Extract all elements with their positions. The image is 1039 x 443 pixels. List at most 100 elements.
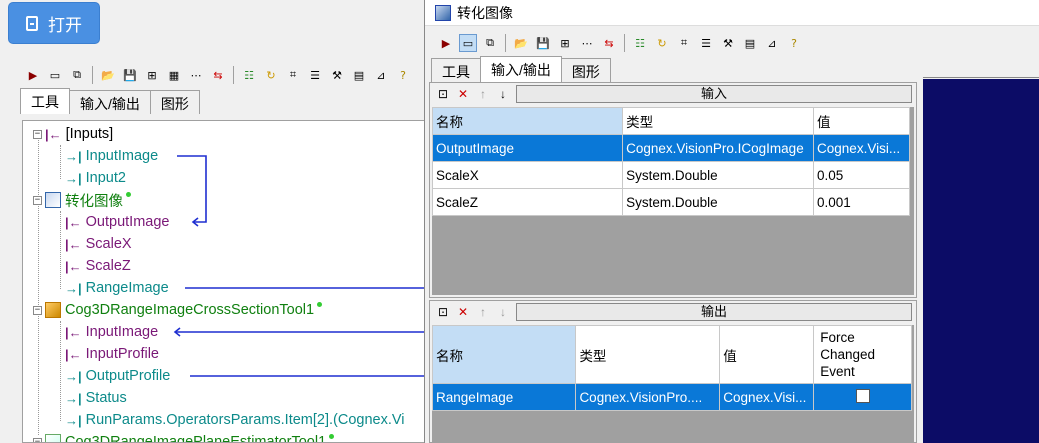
tab-tools[interactable]: 工具 xyxy=(20,88,70,114)
table-row[interactable]: ScaleZ System.Double 0.001 xyxy=(431,188,910,216)
delete-icon[interactable]: ✕ xyxy=(456,87,470,101)
ruler-icon[interactable]: ⊿ xyxy=(372,66,390,84)
counter-icon[interactable]: ⌗ xyxy=(675,34,693,52)
add-icon[interactable]: ⊡ xyxy=(436,305,450,319)
help-icon[interactable]: ? xyxy=(394,66,412,84)
cell-value[interactable]: Cognex.Visi... xyxy=(813,134,910,162)
run-icon[interactable]: ▶ xyxy=(437,34,455,52)
image-display[interactable] xyxy=(923,79,1039,443)
inputs-header: 输入 xyxy=(516,85,912,103)
cell-name[interactable]: OutputImage xyxy=(431,134,624,162)
separator xyxy=(233,66,234,84)
cell-type[interactable]: System.Double xyxy=(622,188,815,216)
link-lines xyxy=(173,155,431,377)
copy-icon[interactable]: ⧉ xyxy=(68,66,86,84)
outputs-panel: ⊡ ✕ ↑ ↓ 输出 名称 类型 值 Force Changed Event R… xyxy=(429,300,917,443)
column-header-type[interactable]: 类型 xyxy=(622,107,815,135)
run-icon[interactable]: ▶ xyxy=(24,66,42,84)
tab-io[interactable]: 输入/输出 xyxy=(69,90,151,114)
tab-graphics[interactable]: 图形 xyxy=(560,58,611,82)
column-header-value[interactable]: 值 xyxy=(813,107,910,135)
cell-name[interactable]: ScaleZ xyxy=(431,188,624,216)
link-icon[interactable]: ⇆ xyxy=(600,34,618,52)
counter-icon[interactable]: ⌗ xyxy=(284,66,302,84)
add-icon[interactable]: ⊡ xyxy=(436,87,450,101)
move-up-icon[interactable]: ↑ xyxy=(476,87,490,101)
cell-value[interactable]: 0.001 xyxy=(813,188,910,216)
tab-graphics[interactable]: 图形 xyxy=(149,90,200,114)
tool-edit-window: 转化图像 ▶ ▭ ⧉ 📂 💾 ⊞ ⋯ ⇆ ☷ ↻ ⌗ ☰ ⚒ ▤ ⊿ ? 工具 … xyxy=(424,0,1039,443)
document-icon xyxy=(26,15,38,31)
open-folder-icon[interactable]: 📂 xyxy=(99,66,117,84)
image-display-header xyxy=(923,57,1039,78)
open-folder-icon[interactable]: 📂 xyxy=(512,34,530,52)
list-icon[interactable]: ☰ xyxy=(306,66,324,84)
column-header-value[interactable]: 值 xyxy=(719,325,815,384)
separator xyxy=(92,66,93,84)
outputs-grid: 名称 类型 值 Force Changed Event RangeImage C… xyxy=(431,325,912,411)
outputs-grid-bg: 名称 类型 值 Force Changed Event RangeImage C… xyxy=(431,325,914,442)
move-up-icon[interactable]: ↑ xyxy=(476,305,490,319)
show-image-icon[interactable]: ▭ xyxy=(459,34,477,52)
column-header-force-changed-event[interactable]: Force Changed Event xyxy=(813,325,912,384)
link-input-to-output-image xyxy=(177,155,207,223)
table-row[interactable]: ScaleX System.Double 0.05 xyxy=(431,161,910,189)
table-row[interactable]: RangeImage Cognex.VisionPro.... Cognex.V… xyxy=(431,383,912,411)
window-title: 转化图像 xyxy=(457,4,513,21)
open-button[interactable]: 打开 xyxy=(8,2,100,44)
move-down-icon[interactable]: ↓ xyxy=(496,87,510,101)
column-header-name[interactable]: 名称 xyxy=(431,107,624,135)
force-event-checkbox[interactable] xyxy=(855,388,870,403)
cell-force-event xyxy=(813,383,912,411)
force-label: Force xyxy=(820,330,855,345)
move-down-icon[interactable]: ↓ xyxy=(496,305,510,319)
database-icon[interactable]: ☷ xyxy=(631,34,649,52)
column-header-name[interactable]: 名称 xyxy=(431,325,577,384)
network-icon[interactable]: ⊞ xyxy=(556,34,574,52)
left-tabs: 工具 输入/输出 图形 xyxy=(18,88,430,114)
link-icon[interactable]: ⇆ xyxy=(209,66,227,84)
delete-icon[interactable]: ✕ xyxy=(456,305,470,319)
save-icon[interactable]: 💾 xyxy=(534,34,552,52)
tab-tools[interactable]: 工具 xyxy=(431,58,481,82)
copy-icon[interactable]: ⧉ xyxy=(481,34,499,52)
list-icon[interactable]: ☰ xyxy=(697,34,715,52)
refresh-icon[interactable]: ↻ xyxy=(262,66,280,84)
help-icon[interactable]: ? xyxy=(785,34,803,52)
cell-name[interactable]: ScaleX xyxy=(431,161,624,189)
cell-type[interactable]: System.Double xyxy=(622,161,815,189)
outputs-toolbar: ⊡ ✕ ↑ ↓ 输出 xyxy=(430,301,916,323)
ruler-icon[interactable]: ⊿ xyxy=(763,34,781,52)
cell-name[interactable]: RangeImage xyxy=(431,383,577,411)
inputs-grid-bg: 名称 类型 值 OutputImage Cognex.VisionPro.ICo… xyxy=(431,107,914,295)
tab-io[interactable]: 输入/输出 xyxy=(480,56,562,82)
dbg-icon[interactable]: ▤ xyxy=(741,34,759,52)
network-icon[interactable]: ⊞ xyxy=(143,66,161,84)
tools-icon[interactable]: ⚒ xyxy=(719,34,737,52)
tree-view-icon[interactable]: ▦ xyxy=(165,66,183,84)
inputs-panel: ⊡ ✕ ↑ ↓ 输入 名称 类型 值 OutputImage Cognex.Vi… xyxy=(429,82,917,298)
cell-value[interactable]: Cognex.Visi... xyxy=(719,383,815,411)
separator xyxy=(505,34,506,52)
tool-tree: − |← [Inputs] →| InputImage →| Input2 − … xyxy=(22,120,432,443)
changed-label: Changed xyxy=(820,347,876,362)
inputs-toolbar: ⊡ ✕ ↑ ↓ 输入 xyxy=(430,83,916,105)
cell-value[interactable]: 0.05 xyxy=(813,161,910,189)
left-toolbar: ▶ ▭ ⧉ 📂 💾 ⊞ ▦ ⋯ ⇆ ☷ ↻ ⌗ ☰ ⚒ ▤ ⊿ ? xyxy=(18,62,430,88)
outputs-header: 输出 xyxy=(516,303,912,321)
inputs-grid: 名称 类型 值 OutputImage Cognex.VisionPro.ICo… xyxy=(431,107,910,216)
save-icon[interactable]: 💾 xyxy=(121,66,139,84)
cell-type[interactable]: Cognex.VisionPro.... xyxy=(575,383,721,411)
dots-icon[interactable]: ⋯ xyxy=(578,34,596,52)
open-button-label: 打开 xyxy=(48,15,82,35)
dbg-icon[interactable]: ▤ xyxy=(350,66,368,84)
cell-type[interactable]: Cognex.VisionPro.ICogImage xyxy=(622,134,815,162)
window-toolbar: ▶ ▭ ⧉ 📂 💾 ⊞ ⋯ ⇆ ☷ ↻ ⌗ ☰ ⚒ ▤ ⊿ ? xyxy=(431,30,803,56)
dots-icon[interactable]: ⋯ xyxy=(187,66,205,84)
column-header-type[interactable]: 类型 xyxy=(575,325,721,384)
refresh-icon[interactable]: ↻ xyxy=(653,34,671,52)
table-row[interactable]: OutputImage Cognex.VisionPro.ICogImage C… xyxy=(431,134,910,162)
show-image-icon[interactable]: ▭ xyxy=(46,66,64,84)
tools-icon[interactable]: ⚒ xyxy=(328,66,346,84)
database-icon[interactable]: ☷ xyxy=(240,66,258,84)
